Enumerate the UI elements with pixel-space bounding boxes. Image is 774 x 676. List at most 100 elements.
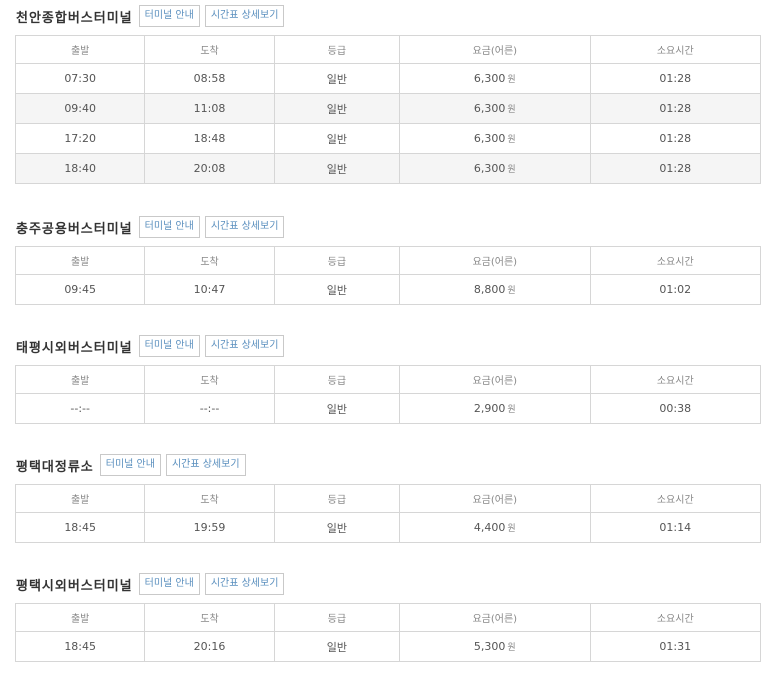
departure-time: 18:45 [14, 631, 146, 662]
arrival-time: 19:59 [144, 512, 275, 543]
terminal-header: 태평시외버스터미널 터미널 안내 시간표 상세보기 [16, 333, 289, 359]
col-fare: 요금(어른) [399, 365, 591, 394]
col-departure: 출발 [14, 365, 146, 394]
duration: 00:38 [589, 393, 762, 424]
col-duration: 소요시간 [589, 246, 762, 275]
terminal-name: 태평시외버스터미널 [16, 340, 133, 356]
grade: 일반 [273, 274, 401, 305]
terminal-header: 평택시외버스터미널 터미널 안내 시간표 상세보기 [16, 571, 289, 597]
col-grade: 등급 [273, 365, 401, 394]
col-fare: 요금(어른) [399, 35, 591, 64]
arrival-time: --:-- [144, 393, 275, 424]
fare: 6,300 원 [399, 123, 591, 154]
duration: 01:28 [589, 63, 762, 94]
col-departure: 출발 [14, 35, 146, 64]
fare-unit: 원 [507, 405, 516, 415]
fare-unit: 원 [507, 643, 516, 653]
arrival-time: 18:48 [144, 123, 275, 154]
table-row: 18:40 20:08 일반 6,300 원 01:28 [14, 153, 762, 184]
col-duration: 소요시간 [589, 484, 762, 513]
fare-value: 6,300 [473, 162, 506, 175]
grade: 일반 [273, 512, 401, 543]
departure-time: 09:40 [14, 93, 146, 124]
table-header-row: 출발 도착 등급 요금(어른) 소요시간 [14, 484, 762, 513]
departure-time: 09:45 [14, 274, 146, 305]
terminal-info-button[interactable]: 터미널 안내 [138, 5, 200, 27]
duration: 01:28 [589, 153, 762, 184]
col-arrival: 도착 [144, 365, 275, 394]
fare-value: 4,400 [473, 521, 506, 534]
fare: 6,300 원 [399, 93, 591, 124]
col-grade: 등급 [273, 246, 401, 275]
col-duration: 소요시간 [589, 35, 762, 64]
col-grade: 등급 [273, 484, 401, 513]
timetable: 출발 도착 등급 요금(어른) 소요시간 07:30 08:58 일반 6,30… [14, 35, 762, 184]
arrival-time: 10:47 [144, 274, 275, 305]
departure-time: 18:40 [14, 153, 146, 184]
arrival-time: 11:08 [144, 93, 275, 124]
terminal-info-button[interactable]: 터미널 안내 [99, 454, 161, 476]
terminal-info-button[interactable]: 터미널 안내 [138, 216, 200, 238]
fare-unit: 원 [507, 75, 516, 85]
timetable: 출발 도착 등급 요금(어른) 소요시간 --:-- --:-- 일반 2,90… [14, 365, 762, 424]
timetable-detail-button[interactable]: 시간표 상세보기 [204, 5, 285, 27]
table-row: 09:45 10:47 일반 8,800 원 01:02 [14, 274, 762, 305]
departure-time: 07:30 [14, 63, 146, 94]
duration: 01:28 [589, 93, 762, 124]
col-departure: 출발 [14, 603, 146, 632]
grade: 일반 [273, 93, 401, 124]
table-row: 17:20 18:48 일반 6,300 원 01:28 [14, 123, 762, 154]
fare-value: 8,800 [473, 283, 506, 296]
terminal-name: 천안종합버스터미널 [16, 10, 133, 26]
table-row: 18:45 19:59 일반 4,400 원 01:14 [14, 512, 762, 543]
table-header-row: 출발 도착 등급 요금(어른) 소요시간 [14, 365, 762, 394]
grade: 일반 [273, 153, 401, 184]
col-grade: 등급 [273, 603, 401, 632]
terminal-info-button[interactable]: 터미널 안내 [138, 335, 200, 357]
timetable: 출발 도착 등급 요금(어른) 소요시간 18:45 20:16 일반 5,30… [14, 603, 762, 662]
timetable-detail-button[interactable]: 시간표 상세보기 [165, 454, 246, 476]
timetable-detail-button[interactable]: 시간표 상세보기 [204, 216, 285, 238]
grade: 일반 [273, 63, 401, 94]
fare: 6,300 원 [399, 153, 591, 184]
fare-value: 6,300 [473, 102, 506, 115]
arrival-time: 20:16 [144, 631, 275, 662]
terminal-name: 충주공용버스터미널 [16, 221, 133, 237]
col-arrival: 도착 [144, 246, 275, 275]
col-departure: 출발 [14, 246, 146, 275]
arrival-time: 20:08 [144, 153, 275, 184]
departure-time: 17:20 [14, 123, 146, 154]
terminal-name: 평택대정류소 [16, 459, 94, 475]
col-fare: 요금(어른) [399, 603, 591, 632]
fare: 4,400 원 [399, 512, 591, 543]
arrival-time: 08:58 [144, 63, 275, 94]
table-row: 18:45 20:16 일반 5,300 원 01:31 [14, 631, 762, 662]
timetable-detail-button[interactable]: 시간표 상세보기 [204, 335, 285, 357]
col-arrival: 도착 [144, 35, 275, 64]
timetable: 출발 도착 등급 요금(어른) 소요시간 09:45 10:47 일반 8,80… [14, 246, 762, 305]
grade: 일반 [273, 631, 401, 662]
table-header-row: 출발 도착 등급 요금(어른) 소요시간 [14, 246, 762, 275]
table-row: --:-- --:-- 일반 2,900 원 00:38 [14, 393, 762, 424]
fare-unit: 원 [507, 165, 516, 175]
fare-value: 6,300 [473, 72, 506, 85]
fare-unit: 원 [507, 105, 516, 115]
departure-time: --:-- [14, 393, 146, 424]
fare: 6,300 원 [399, 63, 591, 94]
grade: 일반 [273, 393, 401, 424]
table-header-row: 출발 도착 등급 요금(어른) 소요시간 [14, 35, 762, 64]
timetable-detail-button[interactable]: 시간표 상세보기 [204, 573, 285, 595]
terminal-header: 충주공용버스터미널 터미널 안내 시간표 상세보기 [16, 214, 289, 240]
table-row: 07:30 08:58 일반 6,300 원 01:28 [14, 63, 762, 94]
fare-unit: 원 [507, 524, 516, 534]
fare-unit: 원 [507, 286, 516, 296]
col-fare: 요금(어른) [399, 484, 591, 513]
table-row: 09:40 11:08 일반 6,300 원 01:28 [14, 93, 762, 124]
duration: 01:31 [589, 631, 762, 662]
terminal-info-button[interactable]: 터미널 안내 [138, 573, 200, 595]
duration: 01:28 [589, 123, 762, 154]
col-duration: 소요시간 [589, 603, 762, 632]
duration: 01:02 [589, 274, 762, 305]
fare: 2,900 원 [399, 393, 591, 424]
duration: 01:14 [589, 512, 762, 543]
